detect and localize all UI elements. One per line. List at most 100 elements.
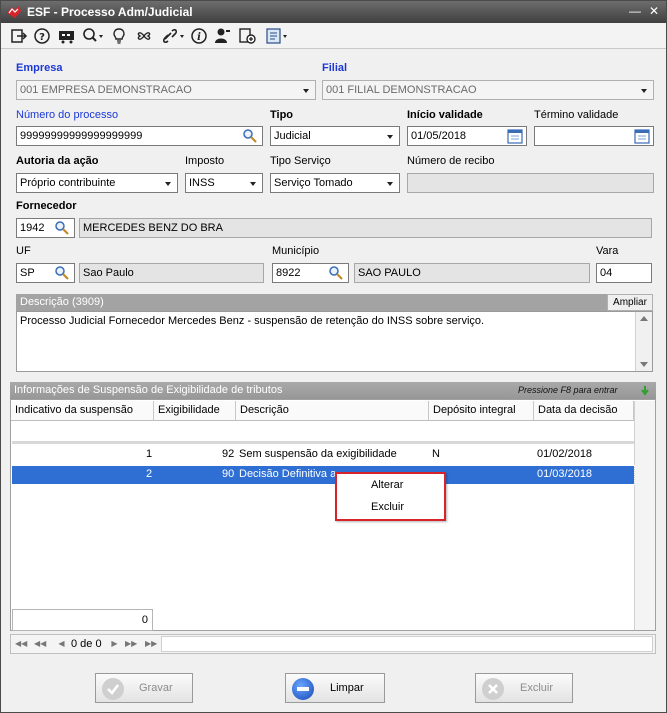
prev-icon[interactable]: ◀ — [56, 638, 67, 650]
gravar-label: Gravar — [139, 682, 173, 694]
vara-input[interactable]: 04 — [596, 263, 652, 283]
numero-recibo-input — [407, 173, 654, 193]
clover-icon[interactable] — [134, 26, 154, 46]
column-data-decisao[interactable]: Data da decisão — [534, 401, 634, 421]
minimize-icon[interactable]: — — [627, 3, 643, 19]
column-label: Indicativo da suspensão — [15, 404, 134, 416]
empresa-label: Empresa — [16, 62, 63, 74]
check-icon — [102, 678, 124, 700]
table-row-selected[interactable]: 2 90 Decisão Definitiva a 01/03/2018 — [11, 465, 635, 485]
imposto-value: INSS — [189, 177, 215, 189]
cell-exigibilidade: 90 — [222, 468, 235, 480]
menu-item-excluir[interactable]: Excluir — [371, 501, 404, 513]
chevron-down-icon — [384, 129, 396, 143]
descricao-scrollbar[interactable] — [635, 312, 652, 371]
toolbar: ? i — [1, 23, 666, 49]
document-icon[interactable] — [238, 26, 256, 46]
column-deposito[interactable]: Depósito integral — [429, 401, 534, 421]
empresa-value: 001 EMPRESA DEMONSTRACAO — [20, 84, 192, 96]
table-row[interactable]: 1 92 Sem suspensão da exigibilidade N 01… — [12, 446, 634, 464]
cart-icon[interactable] — [57, 26, 77, 46]
info-icon[interactable]: i — [190, 26, 208, 46]
search-icon[interactable] — [81, 26, 105, 46]
termino-validade-label: Término validade — [534, 109, 619, 121]
fornecedor-name-value: MERCEDES BENZ DO BRA — [83, 222, 223, 234]
column-descricao[interactable]: Descrição — [236, 401, 429, 421]
municipio-name-field: SAO PAULO — [354, 263, 590, 283]
svg-text:?: ? — [39, 32, 45, 43]
column-exigibilidade[interactable]: Exigibilidade — [154, 401, 236, 421]
column-label: Descrição — [240, 404, 289, 416]
descricao-text: Processo Judicial Fornecedor Mercedes Be… — [20, 315, 485, 327]
numero-processo-value: 99999999999999999999 — [20, 130, 143, 142]
autoria-value: Próprio contribuinte — [20, 177, 116, 189]
last-page-icon[interactable]: ▶▶ — [145, 638, 157, 650]
chevron-down-icon — [247, 176, 259, 190]
next-page-icon[interactable]: ▶▶ — [125, 638, 137, 650]
search-icon[interactable] — [328, 265, 344, 281]
title-bar[interactable]: ESF - Processo Adm/Judicial — ✕ — [1, 1, 666, 23]
column-indicativo[interactable]: Indicativo da suspensão — [11, 401, 154, 421]
user-icon[interactable] — [213, 26, 231, 46]
tipo-servico-select[interactable]: Serviço Tomado — [270, 173, 400, 193]
clear-icon — [292, 678, 314, 700]
prev-page-icon[interactable]: ◀◀ — [34, 638, 46, 650]
close-icon[interactable]: ✕ — [646, 3, 662, 19]
cell-data: 01/03/2018 — [537, 468, 593, 480]
suspension-hint: Pressione F8 para entrar — [518, 385, 618, 395]
tipo-value: Judicial — [274, 130, 311, 142]
chevron-down-icon — [162, 176, 174, 190]
gravar-button[interactable]: Gravar — [95, 673, 193, 703]
chevron-down-icon — [300, 83, 312, 97]
imposto-label: Imposto — [185, 155, 225, 167]
imposto-select[interactable]: INSS — [185, 173, 263, 193]
menu-item-alterar[interactable]: Alterar — [371, 479, 403, 491]
fornecedor-code-value: 1942 — [20, 222, 45, 234]
search-icon[interactable] — [242, 128, 258, 144]
first-page-icon[interactable]: ◀◀ — [15, 638, 27, 650]
exit-icon[interactable] — [10, 26, 28, 46]
app-logo-icon — [7, 6, 21, 18]
lightbulb-icon[interactable] — [111, 26, 127, 46]
municipio-code-value: 8922 — [276, 267, 301, 279]
fornecedor-label: Fornecedor — [16, 200, 77, 212]
next-icon[interactable]: ▶ — [109, 638, 120, 650]
vara-label: Vara — [596, 245, 619, 257]
help-icon[interactable]: ? — [33, 26, 51, 46]
empresa-select[interactable]: 001 EMPRESA DEMONSTRACAO — [16, 80, 316, 100]
ampliar-button[interactable]: Ampliar — [607, 294, 653, 311]
scroll-up-icon[interactable] — [640, 316, 648, 321]
column-label: Data da decisão — [538, 404, 618, 416]
link-icon[interactable] — [161, 26, 187, 46]
filial-select[interactable]: 001 FILIAL DEMONSTRACAO — [322, 80, 654, 100]
calendar-icon[interactable] — [634, 128, 650, 144]
municipio-name-value: SAO PAULO — [358, 267, 421, 279]
search-icon[interactable] — [54, 220, 70, 236]
vara-value: 04 — [600, 267, 613, 279]
tipo-select[interactable]: Judicial — [270, 126, 400, 146]
report-icon[interactable] — [264, 26, 290, 46]
column-label: Depósito integral — [433, 404, 516, 416]
grid-scrollbar[interactable] — [634, 401, 655, 630]
cell-indicativo: 2 — [146, 468, 153, 480]
autoria-select[interactable]: Próprio contribuinte — [16, 173, 178, 193]
search-icon[interactable] — [54, 265, 70, 281]
excluir-label: Excluir — [520, 682, 554, 694]
tipo-servico-label: Tipo Serviço — [270, 155, 331, 167]
scroll-down-icon[interactable] — [640, 362, 648, 367]
inicio-validade-label: Início validade — [407, 109, 483, 121]
cell-data: 01/02/2018 — [537, 448, 593, 460]
filter-row — [12, 441, 634, 444]
numero-processo-input[interactable]: 99999999999999999999 — [16, 126, 263, 146]
calendar-icon[interactable] — [507, 128, 523, 144]
window-title: ESF - Processo Adm/Judicial — [27, 5, 193, 19]
limpar-button[interactable]: Limpar — [285, 673, 385, 703]
filial-value: 001 FILIAL DEMONSTRACAO — [326, 84, 477, 96]
grid-total-value: 0 — [141, 614, 148, 626]
delete-icon — [482, 678, 504, 700]
suspension-header: Informações de Suspensão de Exigibilidad… — [10, 382, 656, 399]
excluir-button[interactable]: Excluir — [475, 673, 573, 703]
horizontal-scrollbar[interactable] — [161, 636, 653, 652]
numero-recibo-label: Número de recibo — [407, 155, 495, 167]
descricao-textarea[interactable]: Processo Judicial Fornecedor Mercedes Be… — [16, 311, 653, 372]
